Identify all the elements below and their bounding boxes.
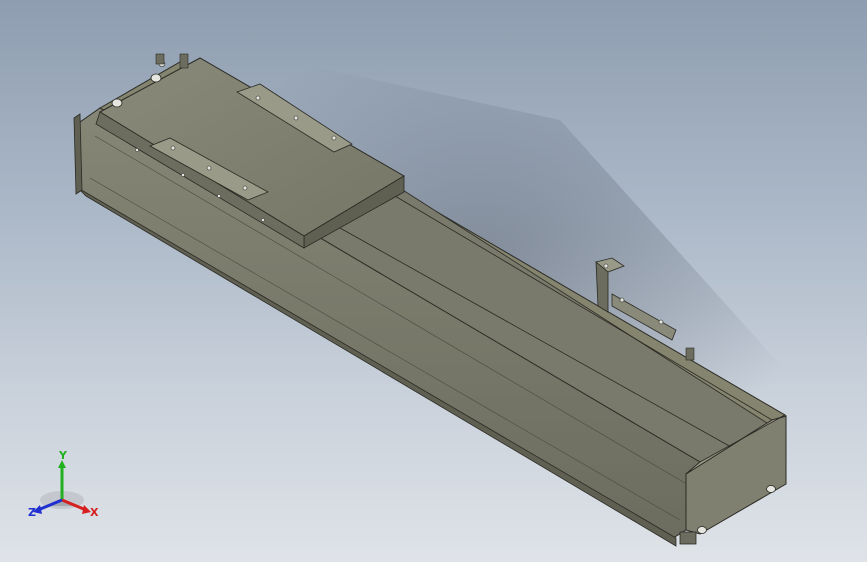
view-orientation-triad[interactable]: Y X Z xyxy=(24,448,104,528)
linear-actuator-model[interactable] xyxy=(0,0,867,562)
graphics-viewport[interactable]: Y X Z xyxy=(0,0,867,562)
triad-x-label: X xyxy=(90,506,99,519)
triad-z-label: Z xyxy=(28,506,36,519)
triad-y-label: Y xyxy=(58,449,68,462)
end-cap-hole xyxy=(766,485,776,493)
end-cap-hole xyxy=(697,526,707,534)
